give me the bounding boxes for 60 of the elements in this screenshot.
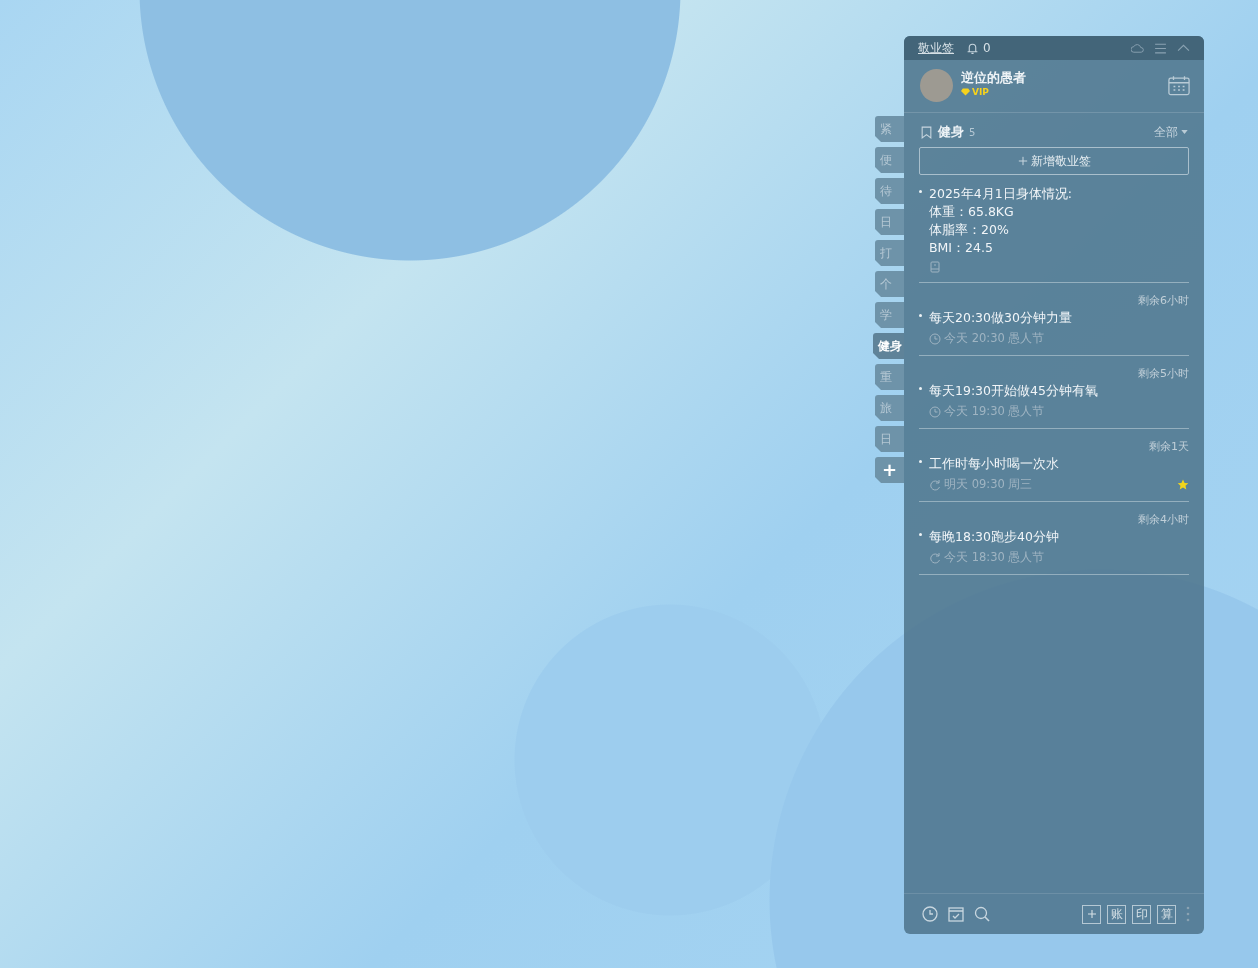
bullet-icon [919, 190, 922, 193]
clock-icon[interactable] [922, 906, 938, 922]
bullet-icon [919, 460, 922, 463]
bookmark-icon [920, 125, 933, 139]
search-icon[interactable] [974, 906, 990, 922]
note-text: 体脂率：20% [929, 221, 1010, 239]
notification-count: 0 [983, 41, 991, 55]
remaining-time: 剩余6小时 [1137, 293, 1189, 309]
avatar[interactable] [920, 69, 953, 102]
reminder-time: 今天 19:30 愚人节 [944, 404, 1045, 419]
note-text: 体重：65.8KG [929, 203, 1015, 221]
category-tab[interactable]: 日 [875, 426, 904, 452]
reminder-time: 今天 20:30 愚人节 [944, 331, 1045, 346]
more-icon[interactable] [1186, 906, 1190, 922]
tool-button[interactable]: 算 [1157, 904, 1176, 924]
vip-label: VIP [961, 86, 1026, 97]
reminder-title: 工作时每小时喝一次水 [929, 455, 1059, 473]
tool-button[interactable]: 账 [1107, 904, 1126, 924]
category-tab[interactable]: 健身 [873, 333, 904, 359]
category-tab[interactable]: 学 [875, 302, 904, 328]
category-tab[interactable]: 旅 [875, 395, 904, 421]
remaining-time: 剩余5小时 [1137, 366, 1189, 382]
bullet-icon [919, 533, 922, 536]
bell-icon[interactable] [966, 41, 979, 55]
calendar-check-icon[interactable] [948, 906, 964, 922]
reminder-title: 每天20:30做30分钟力量 [929, 309, 1072, 327]
plus-icon [1085, 908, 1098, 920]
reminder-title: 每天19:30开始做45分钟有氧 [929, 382, 1098, 400]
category-name: 健身 [938, 123, 964, 141]
category-tab[interactable]: 待 [875, 178, 904, 204]
tool-button[interactable]: 印 [1132, 904, 1151, 924]
reminder-time: 今天 18:30 愚人节 [944, 550, 1045, 565]
note-text: 2025年4月1日身体情况: [929, 185, 1072, 203]
filter-dropdown[interactable]: 全部 [1154, 123, 1188, 141]
category-tab[interactable]: 个 [875, 271, 904, 297]
attachment-icon [929, 261, 941, 273]
bullet-icon [919, 387, 922, 390]
item-count: 5 [969, 126, 976, 138]
remaining-time: 剩余1天 [1148, 439, 1189, 455]
calendar-icon[interactable] [1168, 75, 1190, 96]
caret-icon [1181, 130, 1188, 134]
menu-icon[interactable] [1154, 41, 1167, 55]
remaining-time: 剩余4小时 [1137, 512, 1189, 528]
reminder-title: 每晚18:30跑步40分钟 [929, 528, 1059, 546]
note-text: BMI：24.5 [929, 239, 994, 257]
add-button[interactable] [1082, 904, 1101, 924]
app-title: 敬业签 [918, 39, 954, 57]
category-tab[interactable]: 日 [875, 209, 904, 235]
user-name: 逆位的愚者 [961, 68, 1026, 87]
bullet-icon [919, 314, 922, 317]
category-tab[interactable]: 打 [875, 240, 904, 266]
reminder-time: 明天 09:30 周三 [944, 477, 1033, 492]
diamond-icon [961, 87, 970, 96]
category-tab[interactable]: 重 [875, 364, 904, 390]
category-tab[interactable]: 紧 [875, 116, 904, 142]
category-tab[interactable]: 便 [875, 147, 904, 173]
add-note-button[interactable]: 新增敬业签 [919, 147, 1189, 175]
add-tab-button[interactable]: + [875, 457, 904, 483]
plus-icon [1017, 155, 1028, 166]
cloud-icon[interactable] [1131, 41, 1144, 55]
